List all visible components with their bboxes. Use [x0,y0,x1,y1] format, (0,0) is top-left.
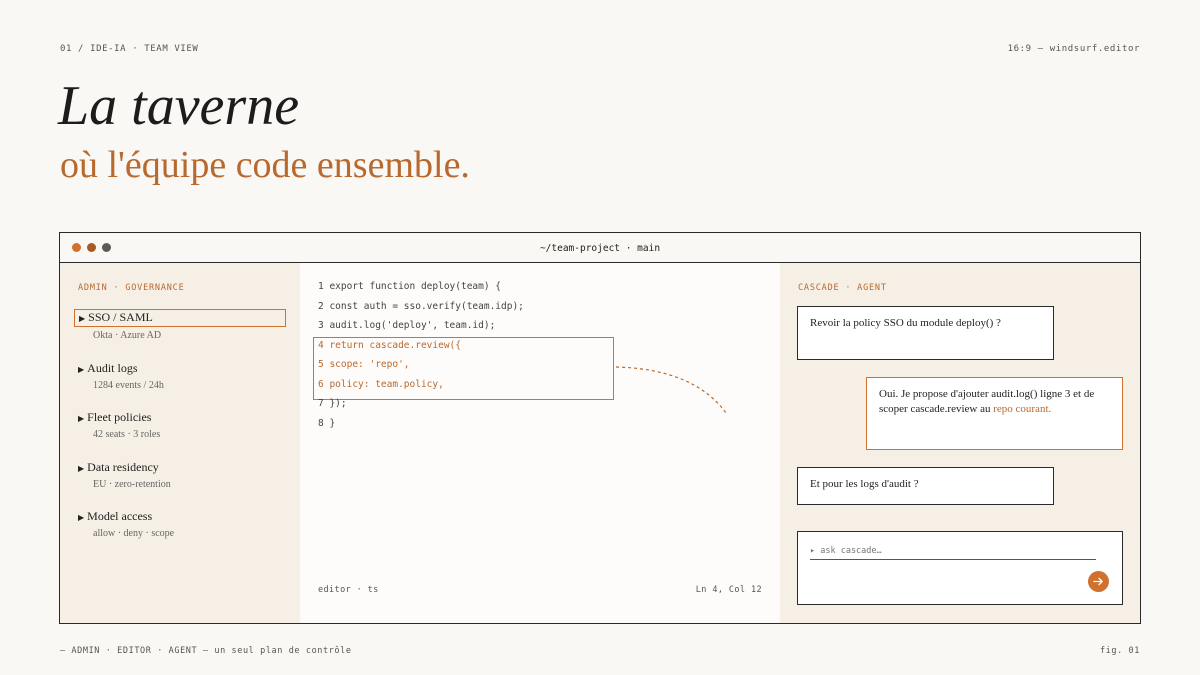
chat-message-text: Revoir la policy SSO du module deploy() … [810,317,1001,329]
send-button[interactable] [1088,571,1109,592]
admin-item-model-access[interactable]: ▶ Model access allow · deny · scope [74,507,286,539]
admin-section-label: ADMIN · GOVERNANCE [78,283,185,293]
admin-item-meta: 1284 events / 24h [93,380,164,391]
admin-item-name: Audit logs [87,361,138,375]
arrow-right-icon [1093,577,1103,586]
page-title: La taverne [58,75,300,137]
editor-status-language: editor · ts [318,585,379,595]
caret-right-icon: ▶ [78,414,85,423]
chat-message-user: Revoir la policy SSO du module deploy() … [797,306,1054,360]
admin-item-meta: Okta · Azure AD [93,330,162,341]
caret-right-icon: ▶ [78,365,85,374]
chat-message-text: Oui. Je propose d'ajouter audit.log() li… [879,388,1095,415]
code-line[interactable]: 2 const auth = sso.verify(team.idp); [318,301,524,312]
page-subtitle: où l'équipe code ensemble. [60,144,470,186]
chat-message-text: Et pour les logs d'audit ? [810,478,919,490]
agent-section-label: CASCADE · AGENT [798,283,887,293]
caret-right-icon: ▶ [78,464,85,473]
code-line[interactable]: 7 }); [318,398,347,409]
footer-caption: — ADMIN · EDITOR · AGENT — un seul plan … [60,646,352,656]
code-line[interactable]: 3 audit.log('deploy', team.id); [318,320,495,331]
code-line-highlighted[interactable]: 6 policy: team.policy, [318,379,444,390]
header-right-caption: 16:9 — windsurf.editor [1007,44,1140,54]
code-line-highlighted[interactable]: 4 return cascade.review({ [318,340,461,351]
admin-item-fleet-policies[interactable]: ▶ Fleet policies 42 seats · 3 roles [74,408,286,440]
admin-item-meta: 42 seats · 3 roles [93,429,161,440]
agent-pane: CASCADE · AGENT Revoir la policy SSO du … [780,263,1140,623]
chat-message-accent: repo courant. [993,403,1052,415]
admin-item-meta: EU · zero-retention [93,479,171,490]
window-titlebar: ~/team-project · main [60,233,1140,263]
admin-item-name: Data residency [87,460,159,474]
admin-item-name: Fleet policies [87,410,152,424]
code-line[interactable]: 1 export function deploy(team) { [318,281,501,292]
header-left-caption: 01 / IDE-IA · TEAM VIEW [60,44,199,54]
editor-window: ~/team-project · main ADMIN · GOVERNANCE… [59,232,1141,624]
chat-message-agent: Oui. Je propose d'ajouter audit.log() li… [866,377,1123,450]
admin-item-sso[interactable]: ▶ SSO / SAML Okta · Azure AD [74,309,286,341]
admin-item-data-residency[interactable]: ▶ Data residency EU · zero-retention [74,458,286,490]
code-line[interactable]: 8 } [318,418,335,429]
admin-item-meta: allow · deny · scope [93,528,175,539]
figure-number: fig. 01 [1099,646,1140,656]
admin-item-audit-logs[interactable]: ▶ Audit logs 1284 events / 24h [74,359,286,391]
admin-pane: ADMIN · GOVERNANCE ▶ SSO / SAML Okta · Az… [60,263,300,623]
code-editor-pane[interactable]: 1 export function deploy(team) { 2 const… [300,263,780,623]
caret-right-icon: ▶ [78,513,85,522]
admin-item-name: Model access [87,509,153,523]
window-title: ~/team-project · main [539,243,661,254]
code-line-highlighted[interactable]: 5 scope: 'repo', [318,359,410,370]
editor-status-cursor: Ln 4, Col 12 [695,585,762,595]
agent-input-box [797,531,1123,605]
chat-message-user: Et pour les logs d'audit ? [797,467,1054,505]
caret-right-icon: ▶ [79,314,86,323]
connector-dashed-arrow [615,366,727,414]
admin-item-name: SSO / SAML [88,310,153,324]
ask-cascade-input[interactable] [810,546,1096,560]
